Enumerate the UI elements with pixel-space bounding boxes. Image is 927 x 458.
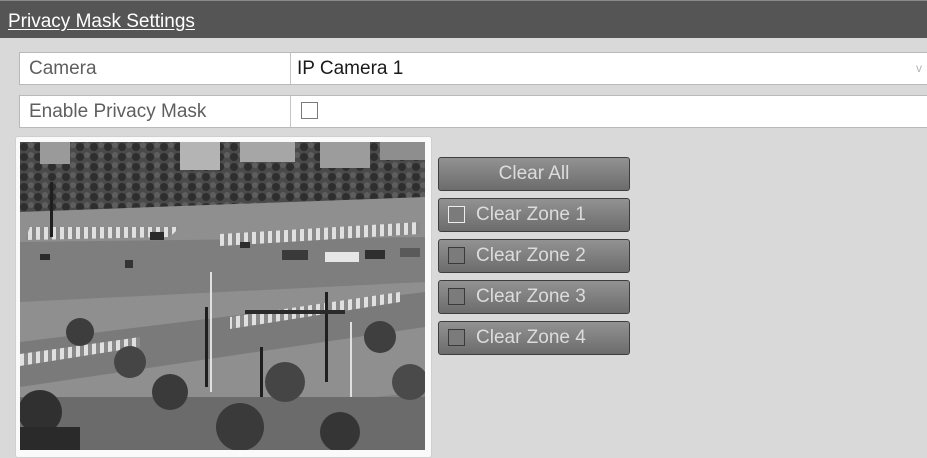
camera-label: Camera bbox=[20, 53, 291, 84]
chevron-down-icon[interactable]: v bbox=[916, 53, 922, 84]
camera-preview-image bbox=[20, 142, 425, 450]
clear-zone-2-label: Clear Zone 2 bbox=[476, 245, 586, 266]
enable-privacy-mask-label: Enable Privacy Mask bbox=[20, 96, 291, 127]
enable-privacy-mask-checkbox[interactable] bbox=[301, 102, 318, 119]
preview-frame bbox=[15, 136, 432, 458]
zone-1-color-icon bbox=[448, 206, 465, 223]
clear-zone-4-button[interactable]: Clear Zone 4 bbox=[438, 321, 630, 355]
title-bar: Privacy Mask Settings bbox=[0, 0, 927, 38]
clear-all-button[interactable]: Clear All bbox=[438, 157, 630, 191]
clear-zone-1-button[interactable]: Clear Zone 1 bbox=[438, 198, 630, 232]
clear-zone-3-label: Clear Zone 3 bbox=[476, 286, 586, 307]
camera-preview[interactable] bbox=[20, 142, 425, 450]
clear-zone-3-button[interactable]: Clear Zone 3 bbox=[438, 280, 630, 314]
clear-zone-2-button[interactable]: Clear Zone 2 bbox=[438, 239, 630, 273]
zone-3-color-icon bbox=[448, 288, 465, 305]
clear-zone-1-label: Clear Zone 1 bbox=[476, 204, 586, 225]
enable-privacy-mask-row: Enable Privacy Mask bbox=[19, 95, 927, 128]
zone-4-color-icon bbox=[448, 329, 465, 346]
camera-row: Camera IP Camera 1 v bbox=[19, 52, 927, 85]
clear-zone-4-label: Clear Zone 4 bbox=[476, 327, 586, 348]
zone-2-color-icon bbox=[448, 247, 465, 264]
camera-select[interactable]: IP Camera 1 bbox=[297, 53, 403, 84]
page-title: Privacy Mask Settings bbox=[8, 11, 195, 32]
